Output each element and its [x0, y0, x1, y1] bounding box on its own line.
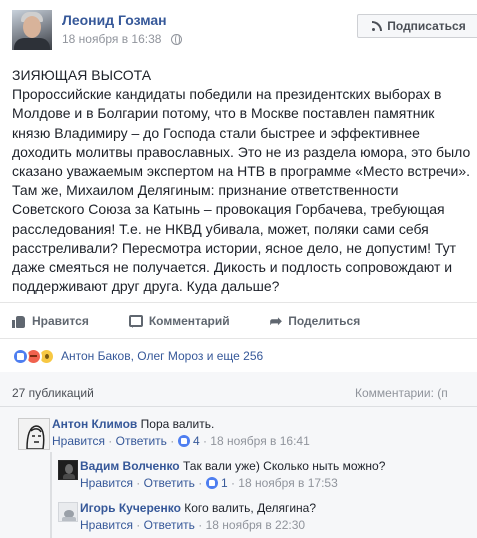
- post-meta: 18 ноября в 16:38: [62, 32, 182, 46]
- commenter-name[interactable]: Антон Климов: [52, 417, 137, 431]
- share-label: Поделиться: [288, 314, 361, 328]
- like-count-icon: [205, 477, 218, 489]
- reactions-names[interactable]: Антон Баков, Олег Мороз и еще 256: [61, 349, 263, 363]
- commenter-avatar[interactable]: [18, 418, 50, 450]
- post-actions: Нравится Комментарий ➦ Поделиться: [12, 308, 477, 334]
- comment-icon: [128, 315, 143, 328]
- divider: [0, 302, 477, 303]
- post-line: Советского Союза за Катынь – провокация …: [12, 201, 445, 218]
- comment-reply-link[interactable]: Ответить: [144, 518, 195, 532]
- share-arrow-icon: ➦: [269, 312, 283, 330]
- comment-meta: Нравится · Ответить · 4 · 18 ноября в 16…: [52, 434, 310, 448]
- comment-reply-link[interactable]: Ответить: [116, 434, 167, 448]
- comment-date[interactable]: 18 ноября в 17:53: [238, 476, 337, 490]
- post-line: ЗИЯЮЩАЯ ВЫСОТА: [12, 67, 152, 83]
- comment-reply: Игорь Кучеренко Кого валить, Делягина? Н…: [58, 500, 468, 536]
- comment-text: Кого валить, Делягина?: [184, 501, 317, 515]
- comment-text: Так вали уже) Сколько ныть можно?: [182, 459, 386, 473]
- post-line: поддерживают друг друга. Куда дальше?: [12, 278, 280, 295]
- like-button[interactable]: Нравится: [12, 314, 89, 328]
- comment-date[interactable]: 18 ноября в 22:30: [206, 518, 305, 532]
- comments-divider: [0, 406, 477, 407]
- subscribe-label: Подписаться: [387, 19, 466, 33]
- post-line: князю Владимиру – до Господа стали быстр…: [12, 124, 420, 141]
- comment-meta: Нравится · Ответить · 18 ноября в 22:30: [80, 518, 306, 532]
- comment-button[interactable]: Комментарий: [128, 314, 230, 328]
- post-line: доходить молитвы православных. Это не из…: [12, 143, 471, 160]
- post-date[interactable]: 18 ноября в 16:38: [62, 32, 161, 46]
- comment-reply: Вадим Волченко Так вали уже) Сколько ныт…: [58, 458, 468, 494]
- comments-order[interactable]: Комментарии: (п: [355, 386, 448, 400]
- post-line: расстреливали? Пересмотра истории, ясное…: [12, 239, 457, 256]
- like-label: Нравится: [32, 314, 89, 328]
- like-reaction-icon: [12, 347, 29, 365]
- divider: [0, 338, 477, 339]
- comment-reply-link[interactable]: Ответить: [144, 476, 195, 490]
- comment-like-link[interactable]: Нравится: [80, 518, 133, 532]
- comment-text: Пора валить.: [140, 417, 215, 431]
- comment-like-count[interactable]: 1: [221, 476, 228, 490]
- comment-label: Комментарий: [148, 314, 230, 328]
- post-line: сказано уважаемым экспертом на НТВ в про…: [12, 163, 471, 180]
- post-line: расследования! Т.е. не НКВД убивала, мож…: [12, 220, 429, 237]
- rss-icon: [372, 21, 383, 31]
- commenter-name[interactable]: Вадим Волченко: [80, 459, 180, 473]
- like-count-icon: [177, 435, 190, 447]
- comments-section: 27 публикаций Комментарии: (п Антон Клим…: [0, 372, 477, 538]
- comment-date[interactable]: 18 ноября в 16:41: [210, 434, 309, 448]
- post-line: Пророссийские кандидаты победили на през…: [12, 86, 442, 103]
- post-header: Леонид Гозман 18 ноября в 16:38 Подписат…: [12, 10, 477, 58]
- comment: Антон Климов Пора валить. Нравится · Отв…: [18, 416, 468, 456]
- comment-meta: Нравится · Ответить · 1 · 18 ноября в 17…: [80, 476, 338, 490]
- comment-like-link[interactable]: Нравится: [52, 434, 105, 448]
- post-line: Молдове и в Болгарии потому, что в Москв…: [12, 105, 435, 122]
- author-avatar[interactable]: [12, 10, 52, 50]
- comment-like-link[interactable]: Нравится: [80, 476, 133, 490]
- commenter-name[interactable]: Игорь Кучеренко: [80, 501, 181, 515]
- post-line: Там же, Михаилом Делягиным: признание от…: [12, 182, 399, 199]
- comments-count[interactable]: 27 публикаций: [12, 386, 94, 400]
- author-name[interactable]: Леонид Гозман: [62, 12, 167, 28]
- post-text: ЗИЯЮЩАЯ ВЫСОТА Пророссийские кандидаты п…: [12, 66, 477, 296]
- thumbs-up-icon: [12, 315, 26, 328]
- subscribe-button[interactable]: Подписаться: [357, 14, 477, 38]
- globe-icon: [170, 34, 182, 45]
- commenter-avatar[interactable]: [58, 460, 78, 480]
- comment-like-count[interactable]: 4: [193, 434, 200, 448]
- post-line: даже смеяться не получается. Дикость и п…: [12, 259, 453, 276]
- commenter-avatar[interactable]: [58, 502, 78, 522]
- reply-thread-line: [50, 452, 52, 538]
- reactions-summary[interactable]: Антон Баков, Олег Мороз и еще 256: [12, 346, 263, 366]
- share-button[interactable]: ➦ Поделиться: [270, 314, 361, 329]
